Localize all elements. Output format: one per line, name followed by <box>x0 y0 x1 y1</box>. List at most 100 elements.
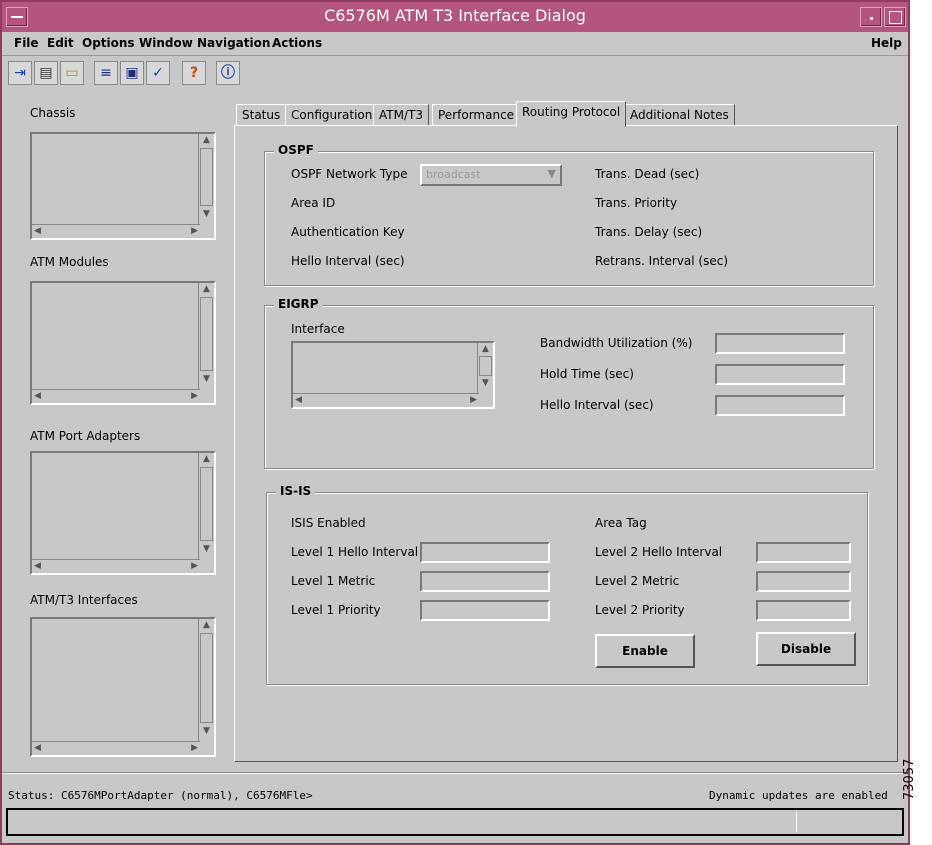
scroll-up-icon[interactable]: ▲ <box>199 134 214 146</box>
tab-routing-protocol[interactable]: Routing Protocol <box>516 101 627 127</box>
tab-status[interactable]: Status <box>236 104 287 126</box>
scroll-left-icon[interactable]: ◀ <box>34 390 41 402</box>
atm-t3-interfaces-hscroll[interactable]: ◀ ▶ <box>32 741 200 755</box>
scroll-down-icon[interactable]: ▼ <box>478 377 493 389</box>
atm-modules-list[interactable]: ▲ ▼ ◀ ▶ <box>30 281 216 405</box>
eigrp-hello-interval-field[interactable] <box>715 395 845 416</box>
scroll-up-icon[interactable]: ▲ <box>478 343 493 355</box>
print-icon[interactable]: ▤ <box>34 61 58 85</box>
isis-l2-metric-field[interactable] <box>756 571 851 592</box>
list-icon[interactable]: ≡ <box>94 61 118 85</box>
scroll-thumb[interactable] <box>200 467 213 541</box>
isis-l2-hello-label: Level 2 Hello Interval <box>595 545 723 559</box>
scroll-down-icon[interactable]: ▼ <box>199 373 214 385</box>
tab-configuration[interactable]: Configuration <box>285 104 379 126</box>
ospf-trans-dead-label: Trans. Dead (sec) <box>595 167 700 181</box>
ospf-area-id-label: Area ID <box>291 196 336 210</box>
isis-enable-button[interactable]: Enable <box>595 634 695 668</box>
scroll-thumb[interactable] <box>200 148 213 206</box>
ospf-network-type-value: broadcast <box>426 168 481 181</box>
scroll-left-icon[interactable]: ◀ <box>34 225 41 237</box>
chassis-hscroll[interactable]: ◀ ▶ <box>32 224 200 238</box>
checkmark-icon[interactable]: ✓ <box>146 61 170 85</box>
ospf-trans-delay-label: Trans. Delay (sec) <box>595 225 703 239</box>
menu-file[interactable]: File <box>14 36 39 50</box>
atm-modules-label: ATM Modules <box>30 255 109 269</box>
tab-additional-notes[interactable]: Additional Notes <box>624 104 735 126</box>
window-title: C6576M ATM T3 Interface Dialog <box>324 6 586 25</box>
isis-l1-hello-field[interactable] <box>420 542 550 563</box>
atm-port-adapters-list[interactable]: ▲ ▼ ◀ ▶ <box>30 451 216 575</box>
atm-t3-interfaces-vscroll[interactable]: ▲ ▼ <box>198 619 214 741</box>
menu-edit[interactable]: Edit <box>47 36 74 50</box>
eigrp-hold-time-label: Hold Time (sec) <box>540 367 634 381</box>
tab-performance[interactable]: Performance <box>432 104 521 126</box>
scroll-down-icon[interactable]: ▼ <box>199 543 214 555</box>
atm-port-adapters-hscroll[interactable]: ◀ ▶ <box>32 559 200 573</box>
open-folder-icon[interactable]: ▭ <box>60 61 84 85</box>
atm-modules-vscroll[interactable]: ▲ ▼ <box>198 283 214 389</box>
isis-area-tag-label: Area Tag <box>595 516 647 530</box>
atm-t3-interfaces-list[interactable]: ▲ ▼ ◀ ▶ <box>30 617 216 757</box>
menu-navigation[interactable]: Navigation <box>197 36 270 50</box>
maximize-button[interactable] <box>884 7 906 27</box>
status-text: Status: C6576MPortAdapter (normal), C657… <box>8 789 313 802</box>
ospf-title: OSPF <box>274 143 318 157</box>
eigrp-interface-list[interactable]: ▲ ▼ ◀ ▶ <box>291 341 495 409</box>
eigrp-title: EIGRP <box>274 297 323 311</box>
menu-actions[interactable]: Actions <box>272 36 322 50</box>
info-icon[interactable]: ⓘ <box>216 61 240 85</box>
scroll-left-icon[interactable]: ◀ <box>34 742 41 754</box>
message-field[interactable] <box>6 808 904 836</box>
scroll-thumb[interactable] <box>200 297 213 371</box>
scroll-right-icon[interactable]: ▶ <box>191 560 198 572</box>
eigrp-hold-time-field[interactable] <box>715 364 845 385</box>
scroll-left-icon[interactable]: ◀ <box>34 560 41 572</box>
scroll-right-icon[interactable]: ▶ <box>470 394 477 406</box>
scroll-right-icon[interactable]: ▶ <box>191 742 198 754</box>
isis-l1-priority-field[interactable] <box>420 600 550 621</box>
chassis-list[interactable]: ▲ ▼ ◀ ▶ <box>30 132 216 240</box>
chassis-vscroll[interactable]: ▲ ▼ <box>198 134 214 224</box>
isis-l2-priority-label: Level 2 Priority <box>595 603 685 617</box>
isis-l1-hello-label: Level 1 Hello Interval <box>291 545 419 559</box>
atm-port-adapters-vscroll[interactable]: ▲ ▼ <box>198 453 214 559</box>
scroll-right-icon[interactable]: ▶ <box>191 225 198 237</box>
ospf-network-type-select[interactable]: broadcast ▼ <box>420 164 562 186</box>
scroll-up-icon[interactable]: ▲ <box>199 453 214 465</box>
eigrp-bandwidth-field[interactable] <box>715 333 845 354</box>
tab-atm-t3[interactable]: ATM/T3 <box>373 104 429 126</box>
scroll-thumb[interactable] <box>200 633 213 723</box>
scroll-up-icon[interactable]: ▲ <box>199 283 214 295</box>
maximize-icon <box>889 11 902 24</box>
minimize-icon <box>870 17 873 20</box>
menu-help[interactable]: Help <box>871 36 902 50</box>
eigrp-interface-vscroll[interactable]: ▲ ▼ <box>477 343 493 393</box>
scroll-down-icon[interactable]: ▼ <box>199 208 214 220</box>
atm-modules-hscroll[interactable]: ◀ ▶ <box>32 389 200 403</box>
scroll-left-icon[interactable]: ◀ <box>295 394 302 406</box>
isis-l1-metric-field[interactable] <box>420 571 550 592</box>
scroll-right-icon[interactable]: ▶ <box>191 390 198 402</box>
scroll-down-icon[interactable]: ▼ <box>199 725 214 737</box>
scroll-up-icon[interactable]: ▲ <box>199 619 214 631</box>
menu-options[interactable]: Options <box>82 36 135 50</box>
scroll-thumb[interactable] <box>479 356 492 376</box>
menu-window[interactable]: Window <box>139 36 193 50</box>
ospf-trans-priority-label: Trans. Priority <box>595 196 678 210</box>
status-bar: Status: C6576MPortAdapter (normal), C657… <box>2 784 908 806</box>
title-bar[interactable]: C6576M ATM T3 Interface Dialog <box>2 2 908 32</box>
isis-l2-hello-field[interactable] <box>756 542 851 563</box>
atm-port-adapters-label: ATM Port Adapters <box>30 429 141 443</box>
isis-l2-priority-field[interactable] <box>756 600 851 621</box>
monitor-icon[interactable]: ▣ <box>120 61 144 85</box>
isis-disable-button[interactable]: Disable <box>756 632 856 666</box>
chassis-label: Chassis <box>30 106 76 120</box>
help-icon[interactable]: ? <box>182 61 206 85</box>
atm-t3-interfaces-label: ATM/T3 Interfaces <box>30 593 138 607</box>
exit-icon[interactable]: ⇥ <box>8 61 32 85</box>
ospf-network-type-label: OSPF Network Type <box>291 167 408 181</box>
eigrp-interface-hscroll[interactable]: ◀ ▶ <box>293 393 479 407</box>
minimize-button[interactable] <box>860 7 882 27</box>
isis-l1-priority-label: Level 1 Priority <box>291 603 381 617</box>
